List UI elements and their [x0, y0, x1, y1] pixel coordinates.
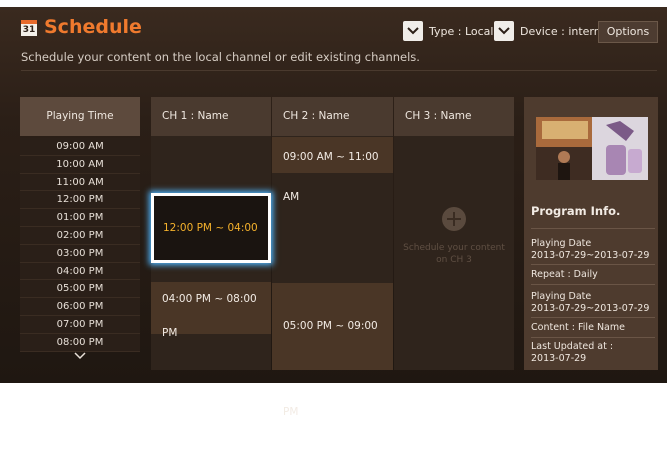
program-info-heading: Program Info. — [531, 204, 621, 218]
divider — [531, 337, 655, 338]
ch2-block[interactable]: 09:00 AM ~ 11:00 AM — [272, 137, 393, 203]
time-list[interactable]: 09:00 AM 10:00 AM 11:00 AM 12:00 PM 01:0… — [20, 138, 140, 352]
calendar-icon: 31 — [21, 20, 37, 36]
playing-time-header: Playing Time — [20, 97, 140, 136]
ch3-header: CH 3 : Name — [394, 97, 514, 136]
type-dropdown[interactable]: Type : Local — [403, 21, 493, 41]
divider — [531, 228, 655, 229]
time-slot: 12:00 PM — [20, 191, 140, 210]
content-value: Content : File Name — [531, 322, 625, 333]
time-slot: 11:00 AM — [20, 173, 140, 192]
header-divider — [21, 70, 657, 71]
plus-icon[interactable] — [442, 207, 466, 231]
options-button[interactable]: Options — [598, 21, 658, 43]
ch1-header: CH 1 : Name — [151, 97, 271, 136]
time-slot: 05:00 PM — [20, 280, 140, 299]
type-dropdown-label: Type : Local — [429, 24, 494, 38]
ch1-block-selected[interactable]: 12:00 PM ~ 04:00 PM — [151, 193, 271, 298]
chevron-down-icon — [494, 21, 514, 41]
chevron-down-icon — [403, 21, 423, 41]
ch1-block[interactable]: 04:00 PM ~ 08:00 PM — [151, 282, 271, 339]
divider — [531, 317, 655, 318]
playing-date-value: 2013-07-29~2013-07-29 — [531, 250, 650, 261]
repeat-value: Repeat : Daily — [531, 269, 598, 280]
time-slot: 03:00 PM — [20, 244, 140, 263]
ch2-block[interactable]: 05:00 PM ~ 09:00 PM — [272, 283, 393, 418]
time-slot: 07:00 PM — [20, 315, 140, 334]
time-slot: 08:00 PM — [20, 333, 140, 352]
page-title: Schedule — [44, 16, 142, 38]
device-dropdown[interactable]: Device : internal — [494, 21, 611, 41]
ch3-empty-text: Schedule your content on CH 3 — [403, 243, 505, 265]
time-slot: 04:00 PM — [20, 262, 140, 281]
time-slot: 06:00 PM — [20, 298, 140, 316]
page-subtitle: Schedule your content on the local chann… — [21, 50, 420, 64]
time-slot: 02:00 PM — [20, 226, 140, 245]
playing-date-label: Playing Date — [531, 238, 592, 249]
last-updated-label: Last Updated at : — [531, 341, 614, 352]
playing-date-label-2: Playing Date — [531, 291, 592, 302]
divider — [531, 284, 655, 285]
device-dropdown-label: Device : internal — [520, 24, 611, 38]
chevron-down-icon — [74, 352, 86, 360]
program-thumbnail — [536, 117, 648, 180]
time-slot: 09:00 AM — [20, 138, 140, 156]
ch2-header: CH 2 : Name — [272, 97, 393, 136]
time-slot: 01:00 PM — [20, 209, 140, 227]
time-slot: 10:00 AM — [20, 155, 140, 174]
playing-date-value-2: 2013-07-29~2013-07-29 — [531, 303, 650, 314]
last-updated-value: 2013-07-29 — [531, 353, 587, 364]
divider — [531, 264, 655, 265]
scroll-down-button[interactable] — [20, 352, 140, 368]
